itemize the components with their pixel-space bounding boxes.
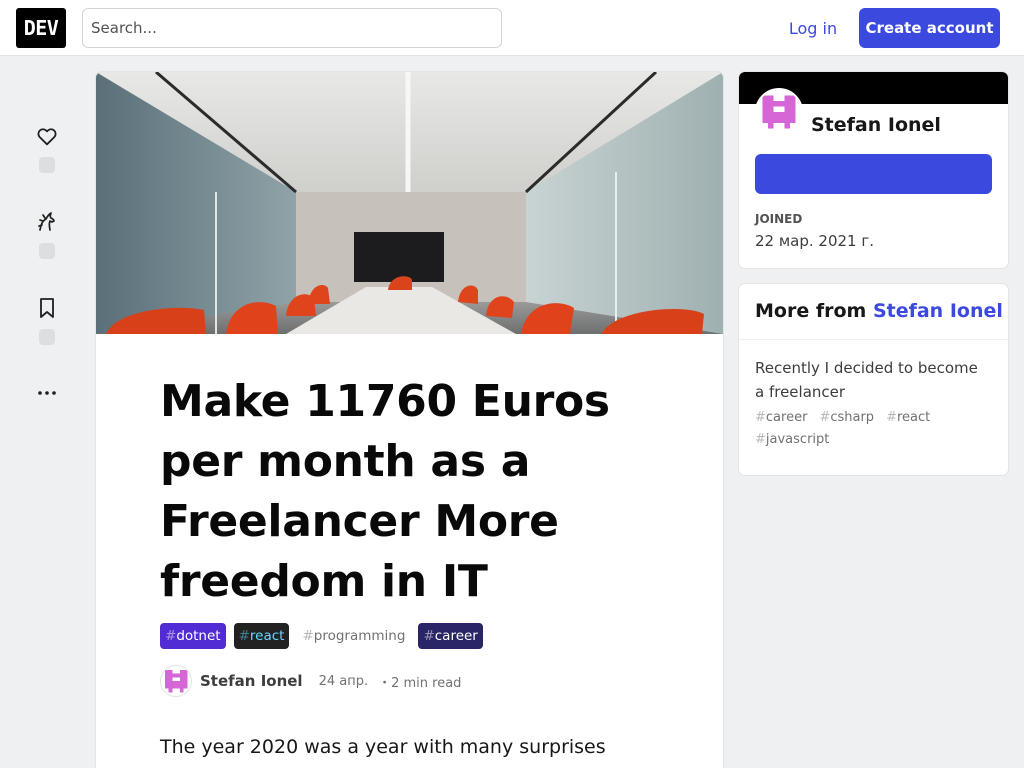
follow-button[interactable]	[755, 154, 992, 194]
article-title: Make 11760 Euros per month as a Freelanc…	[160, 376, 610, 607]
unicorn-icon	[38, 212, 55, 231]
dev-logo[interactable]: DEV	[16, 8, 66, 48]
more-tag-react[interactable]: #react	[886, 410, 930, 425]
author-avatar[interactable]	[160, 665, 192, 697]
author-name[interactable]: Stefan Ionel	[200, 672, 303, 690]
more-from-card: More from Stefan Ionel Recently I decide…	[739, 284, 1008, 475]
bookmark-button[interactable]	[30, 296, 64, 345]
post-date: 24 апр.	[318, 673, 369, 689]
read-time: ・2 min read	[378, 675, 462, 691]
more-tag-javascript[interactable]: #javascript	[755, 432, 829, 447]
author-profile-card: Stefan Ionel JOINED 22 мар. 2021 г.	[739, 72, 1008, 268]
article-card: Make 11760 Euros per month as a Freelanc…	[96, 72, 723, 768]
joined-label: JOINED	[755, 212, 803, 226]
unicorn-count-placeholder	[39, 243, 55, 259]
heart-count-placeholder	[39, 157, 55, 173]
cover-image	[96, 72, 723, 334]
heart-reaction-button[interactable]	[30, 124, 64, 173]
search-input[interactable]	[82, 8, 502, 48]
more-tag-csharp[interactable]: #csharp	[819, 410, 874, 425]
tag-react[interactable]: # react	[233, 623, 290, 649]
joined-date: 22 мар. 2021 г.	[755, 232, 875, 250]
tag-dotnet[interactable]: # dotnet	[160, 623, 226, 649]
more-from-post-link[interactable]: Recently I decided to become a freelance…	[755, 356, 991, 404]
article-body: The year 2020 was a year with many surpr…	[160, 736, 606, 768]
heart-icon	[37, 128, 57, 146]
site-header: DEV Log in Create account	[0, 0, 1024, 56]
unicorn-reaction-button[interactable]	[30, 210, 64, 259]
more-from-author-link[interactable]: Stefan Ionel	[873, 300, 1003, 322]
author-row: Stefan Ionel 24 апр. ・2 min read	[160, 665, 461, 697]
more-from-post-tags: #career #csharp #react #javascript	[755, 410, 991, 447]
more-from-heading: More from Stefan Ionel	[755, 300, 1003, 322]
article-tags: # dotnet # react # programming # career	[160, 623, 483, 649]
tag-career[interactable]: # career	[418, 623, 483, 649]
more-options-button[interactable]	[30, 381, 64, 405]
divider	[739, 339, 1008, 340]
more-icon	[38, 391, 56, 395]
profile-name[interactable]: Stefan Ionel	[811, 114, 941, 136]
bookmark-icon	[40, 298, 54, 318]
more-tag-career[interactable]: #career	[755, 410, 807, 425]
tag-programming[interactable]: # programming	[297, 623, 410, 649]
login-button[interactable]: Log in	[776, 8, 850, 48]
create-account-button[interactable]: Create account	[859, 8, 1000, 48]
profile-avatar[interactable]	[755, 88, 803, 136]
bookmark-count-placeholder	[39, 329, 55, 345]
